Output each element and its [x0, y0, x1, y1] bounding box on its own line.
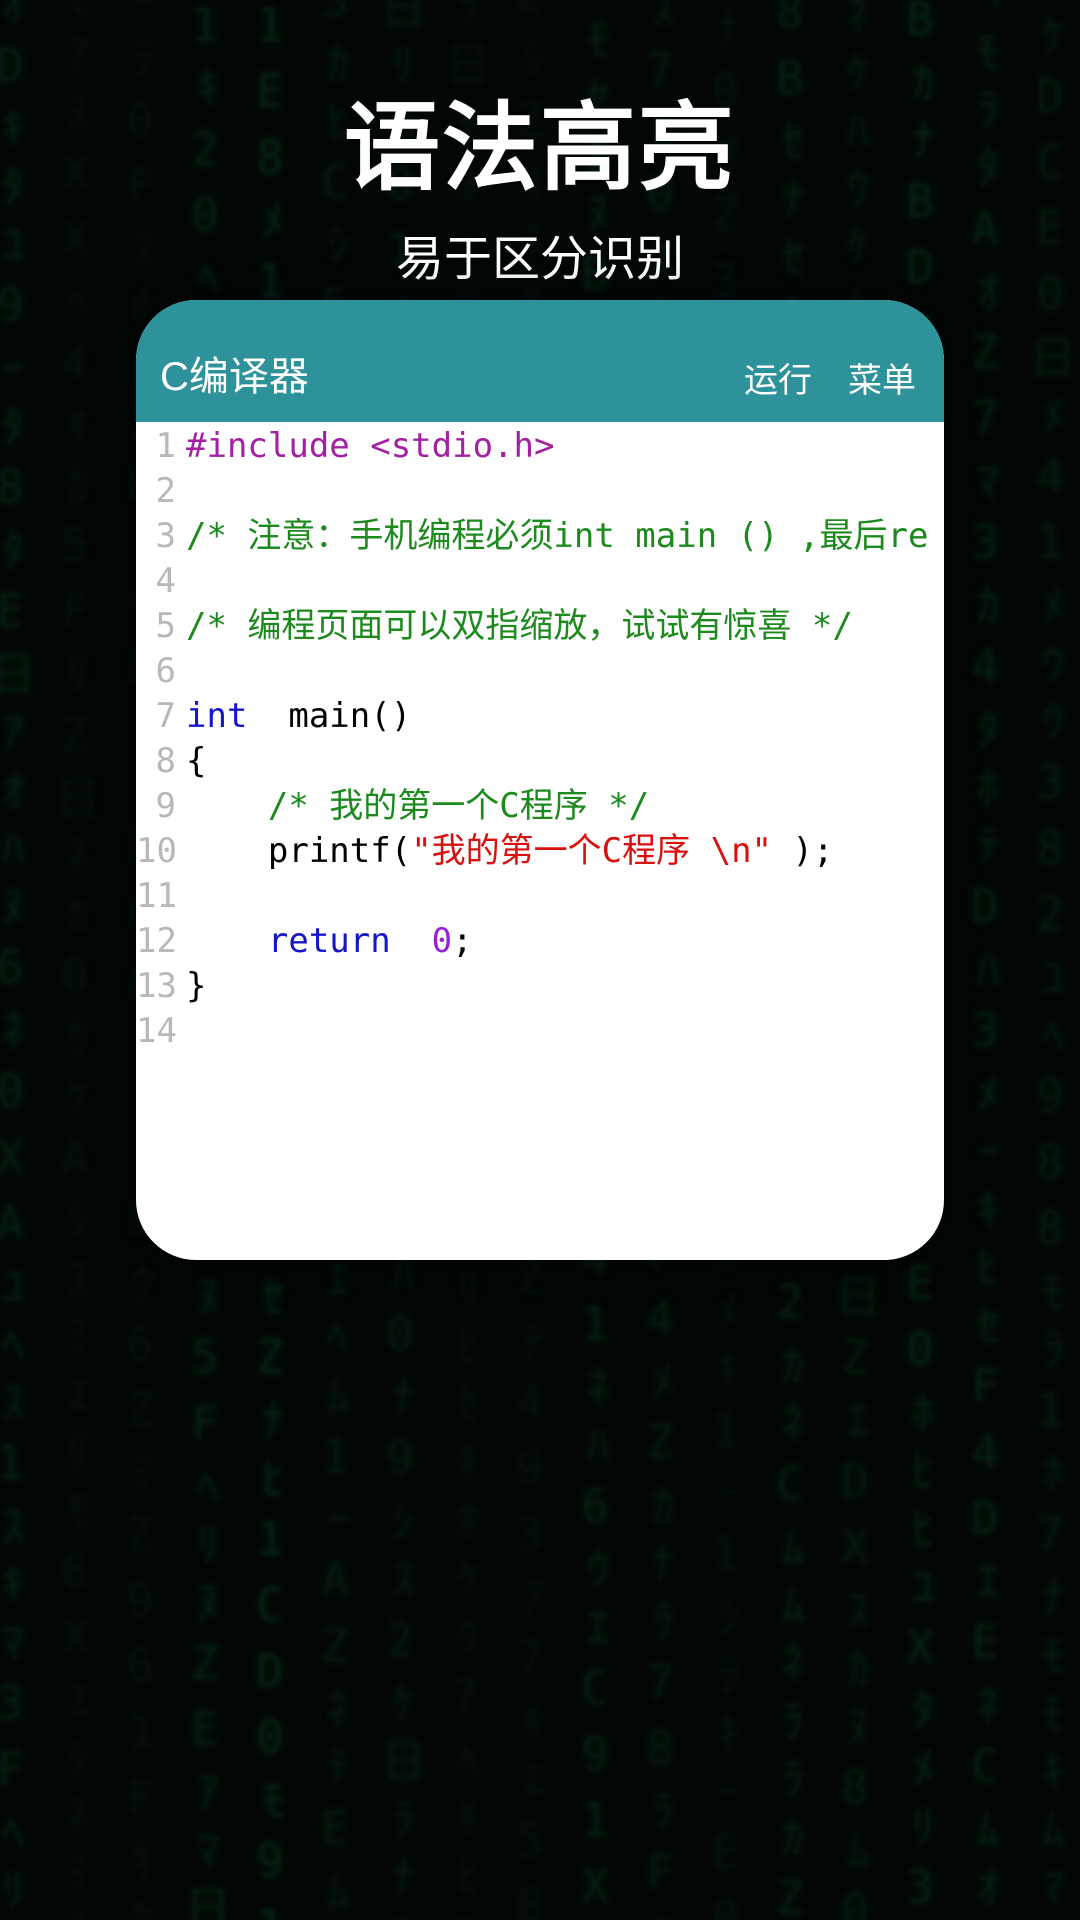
line-number: 5 — [136, 604, 186, 649]
line-number: 12 — [136, 919, 186, 964]
line-code[interactable] — [186, 874, 944, 919]
code-line[interactable]: 1#include <stdio.h> — [136, 424, 944, 469]
phone-frame: C编译器 运行 菜单 1#include <stdio.h>2 3/* 注意：手… — [136, 300, 944, 1260]
code-line[interactable]: 9 /* 我的第一个C程序 */ — [136, 784, 944, 829]
code-line[interactable]: 6 — [136, 649, 944, 694]
code-line[interactable]: 11 — [136, 874, 944, 919]
line-number: 10 — [136, 829, 186, 874]
run-button[interactable]: 运行 — [744, 353, 812, 402]
line-code[interactable] — [186, 469, 944, 514]
line-number: 13 — [136, 964, 186, 1009]
line-number: 7 — [136, 694, 186, 739]
line-number: 1 — [136, 424, 186, 469]
code-line[interactable]: 5/* 编程页面可以双指缩放，试试有惊喜 */ — [136, 604, 944, 649]
line-code[interactable]: return 0; — [186, 919, 944, 964]
line-code[interactable]: printf("我的第一个C程序 \n" ); — [186, 829, 944, 874]
line-number: 3 — [136, 514, 186, 559]
code-line[interactable]: 8{ — [136, 739, 944, 784]
line-code[interactable] — [186, 1009, 944, 1054]
line-code[interactable]: #include <stdio.h> — [186, 424, 944, 469]
header-actions: 运行 菜单 — [744, 353, 916, 402]
code-line[interactable]: 14 — [136, 1009, 944, 1054]
code-line[interactable]: 4 — [136, 559, 944, 604]
code-line[interactable]: 10 printf("我的第一个C程序 \n" ); — [136, 829, 944, 874]
line-number: 8 — [136, 739, 186, 784]
promo-text: 语法高亮 易于区分识别 — [0, 0, 1080, 289]
line-number: 2 — [136, 469, 186, 514]
code-editor[interactable]: 1#include <stdio.h>2 3/* 注意：手机编程必须int ma… — [136, 422, 944, 1054]
line-code[interactable]: } — [186, 964, 944, 1009]
promo-subtitle: 易于区分识别 — [0, 219, 1080, 289]
line-code[interactable]: /* 我的第一个C程序 */ — [186, 784, 944, 829]
line-number: 4 — [136, 559, 186, 604]
code-line[interactable]: 3/* 注意：手机编程必须int main () ,最后re — [136, 514, 944, 559]
line-number: 14 — [136, 1009, 186, 1054]
app-title: C编译器 — [160, 344, 309, 402]
line-code[interactable]: { — [186, 739, 944, 784]
code-line[interactable]: 12 return 0; — [136, 919, 944, 964]
line-code[interactable] — [186, 649, 944, 694]
line-number: 11 — [136, 874, 186, 919]
line-code[interactable]: int main() — [186, 694, 944, 739]
app-header: C编译器 运行 菜单 — [136, 300, 944, 422]
promo-title: 语法高亮 — [0, 70, 1080, 209]
line-code[interactable] — [186, 559, 944, 604]
line-code[interactable]: /* 编程页面可以双指缩放，试试有惊喜 */ — [186, 604, 944, 649]
code-line[interactable]: 7int main() — [136, 694, 944, 739]
code-line[interactable]: 2 — [136, 469, 944, 514]
line-number: 6 — [136, 649, 186, 694]
code-line[interactable]: 13} — [136, 964, 944, 1009]
menu-button[interactable]: 菜单 — [848, 353, 916, 402]
line-code[interactable]: /* 注意：手机编程必须int main () ,最后re — [186, 514, 944, 559]
line-number: 9 — [136, 784, 186, 829]
